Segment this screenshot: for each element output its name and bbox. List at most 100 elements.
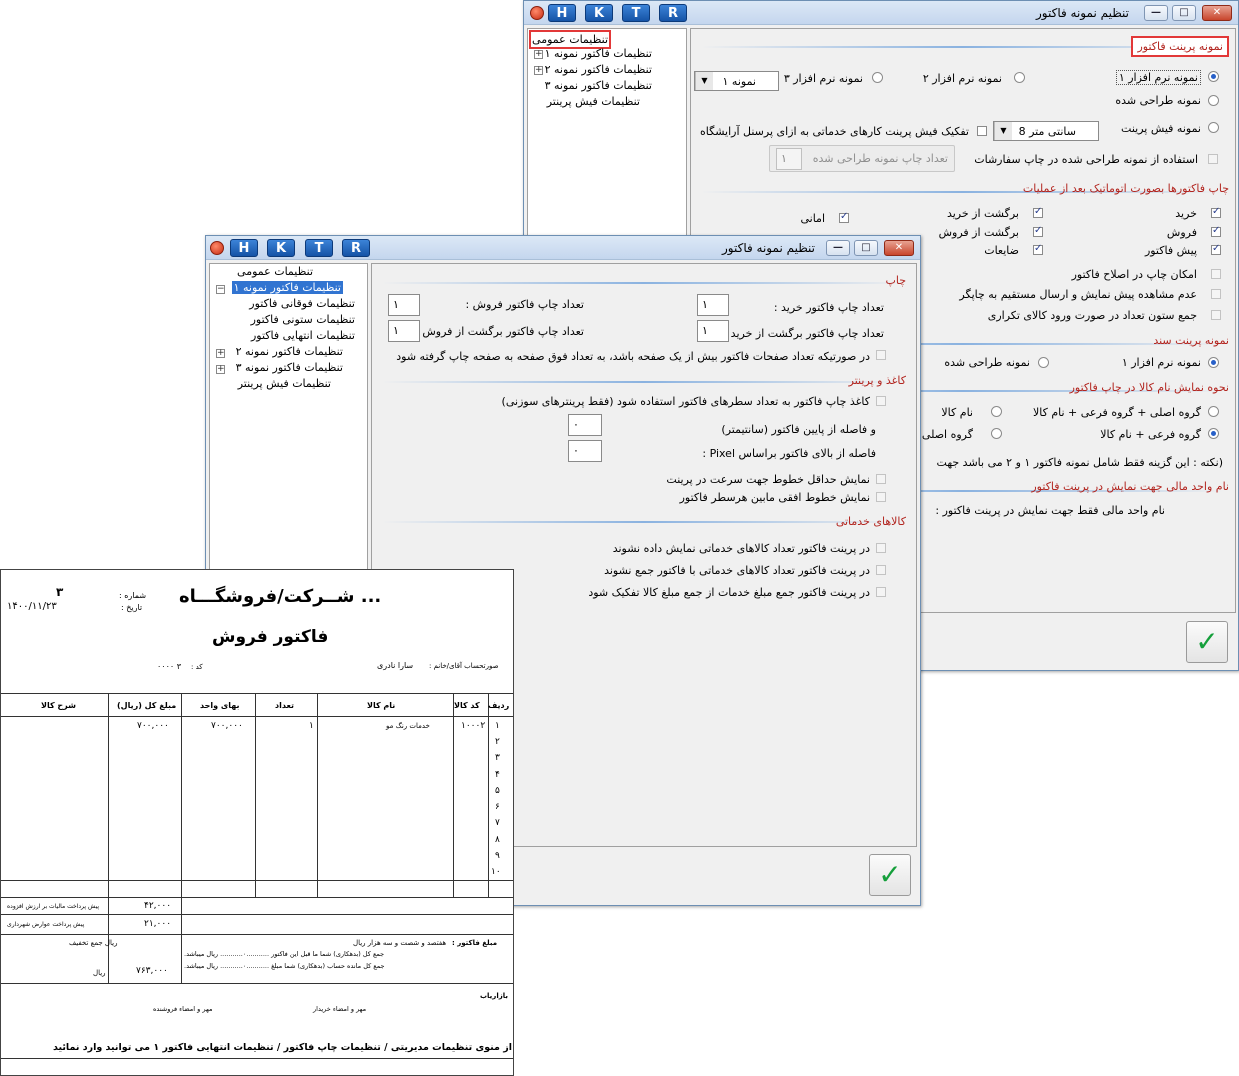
checkbox-no-preview[interactable] bbox=[1211, 289, 1221, 299]
radio-name-only[interactable] bbox=[991, 406, 1002, 417]
tree-item-sample2[interactable]: تنظیمات فاکتور نمونه ۲ bbox=[236, 345, 343, 358]
checkbox-return-sell-label: برگشت از فروش bbox=[938, 226, 1019, 239]
hk-button-k[interactable]: K bbox=[585, 4, 613, 22]
tree-item-footer-settings[interactable]: تنظیمات انتهایی فاکتور bbox=[251, 329, 355, 342]
sell-count-input[interactable]: ۱ bbox=[388, 294, 420, 316]
expand-icon[interactable]: + bbox=[534, 50, 543, 59]
table-border bbox=[453, 693, 454, 897]
radio-main-sub-name[interactable] bbox=[1208, 406, 1219, 417]
table-border bbox=[488, 693, 489, 897]
checkbox-service-sum[interactable] bbox=[876, 565, 886, 575]
tree-item-sample3[interactable]: تنظیمات فاکتور نمونه ۳ bbox=[545, 79, 652, 92]
checkbox-horizontal-lines[interactable] bbox=[876, 492, 886, 502]
checkbox-return-sell[interactable] bbox=[1033, 225, 1043, 237]
hk-button-t[interactable]: T bbox=[305, 239, 333, 257]
tree-item-receipt-printer[interactable]: تنظیمات فیش پرینتر bbox=[547, 95, 640, 108]
radio-sub-name[interactable] bbox=[1208, 428, 1219, 439]
table-border bbox=[181, 693, 182, 983]
tree-item-column-settings[interactable]: تنظیمات ستونی فاکتور bbox=[251, 313, 355, 326]
expand-icon[interactable]: + bbox=[216, 349, 225, 358]
hk-button-h[interactable]: H bbox=[548, 4, 576, 22]
checkbox-pre-invoice[interactable] bbox=[1211, 243, 1221, 255]
maximize-button[interactable]: □ bbox=[1172, 5, 1196, 21]
chevron-down-icon[interactable]: ▼ bbox=[994, 122, 1012, 140]
checkbox-multi-page[interactable] bbox=[876, 350, 886, 360]
row-number: ۷ bbox=[495, 818, 500, 828]
top-margin-input[interactable]: ۰ bbox=[568, 440, 602, 462]
expand-icon[interactable]: + bbox=[216, 365, 225, 374]
front-ok-button[interactable]: ✓ bbox=[869, 854, 911, 896]
sample-combo[interactable]: نمونه ۱ ▼ bbox=[694, 71, 779, 91]
back-ok-button[interactable]: ✓ bbox=[1186, 621, 1228, 663]
checkbox-edit-print[interactable] bbox=[1211, 269, 1221, 279]
tree-item-sample3[interactable]: تنظیمات فاکتور نمونه ۳ bbox=[236, 361, 343, 374]
column-header-name: نام کالا bbox=[367, 701, 396, 710]
hk-button-h[interactable]: H bbox=[230, 239, 258, 257]
row-number: ۵ bbox=[495, 786, 500, 796]
radio-main-group[interactable] bbox=[991, 428, 1002, 439]
radio-name-only-label: نام کالا bbox=[941, 406, 973, 419]
checkbox-waste[interactable] bbox=[1033, 243, 1043, 255]
checkbox-trust[interactable] bbox=[839, 211, 849, 223]
table-border bbox=[1, 934, 513, 935]
radio-main-group-label: گروه اصلی bbox=[921, 428, 973, 441]
column-header-desc: شرح کالا bbox=[41, 701, 77, 710]
buy-count-input[interactable]: ۱ bbox=[697, 294, 729, 316]
hk-button-t[interactable]: T bbox=[622, 4, 650, 22]
row-number: ۲ bbox=[495, 737, 500, 747]
close-icon: ✕ bbox=[1212, 7, 1222, 18]
tree-item-receipt-printer[interactable]: تنظیمات فیش پرینتر bbox=[238, 377, 331, 390]
paper-size-combo[interactable]: سانتی متر 8 ▼ bbox=[993, 121, 1099, 141]
vat-label: پیش پرداخت مالیات بر ارزش افزوده bbox=[7, 903, 100, 910]
app-icon bbox=[530, 6, 544, 20]
tree-item-sample1[interactable]: تنظیمات فاکتور نمونه ۱ bbox=[231, 281, 343, 294]
checkbox-sum-column[interactable] bbox=[1211, 310, 1221, 320]
designed-count-input[interactable]: ۱ bbox=[776, 148, 802, 170]
hk-button-r[interactable]: R bbox=[342, 239, 370, 257]
close-button[interactable]: ✕ bbox=[884, 240, 914, 256]
table-border bbox=[255, 693, 256, 897]
checkbox-use-designed[interactable] bbox=[1208, 154, 1218, 164]
radio-doc-software-1[interactable] bbox=[1208, 357, 1219, 368]
maximize-icon: □ bbox=[861, 242, 871, 253]
checkbox-service-separate[interactable] bbox=[876, 587, 886, 597]
checkbox-paper-rows[interactable] bbox=[876, 396, 886, 406]
checkbox-min-lines[interactable] bbox=[876, 474, 886, 484]
tree-item-sample2[interactable]: تنظیمات فاکتور نمونه ۲ bbox=[545, 63, 652, 76]
close-button[interactable]: ✕ bbox=[1202, 5, 1232, 21]
seller-signature: مهر و امضاء فروشنده bbox=[153, 1005, 213, 1013]
checkbox-buy[interactable] bbox=[1211, 206, 1221, 218]
return-buy-count-input[interactable]: ۱ bbox=[697, 320, 729, 342]
expand-icon[interactable]: + bbox=[534, 66, 543, 75]
radio-designed-sample[interactable] bbox=[1208, 95, 1219, 106]
hk-button-k[interactable]: K bbox=[267, 239, 295, 257]
row-qty: ۱ bbox=[309, 721, 314, 731]
minimize-button[interactable]: — bbox=[1144, 5, 1168, 21]
checkbox-separate-service[interactable] bbox=[977, 126, 987, 136]
checkbox-service-count[interactable] bbox=[876, 543, 886, 553]
chevron-down-icon[interactable]: ▼ bbox=[695, 72, 713, 90]
checkbox-waste-label: ضایعات bbox=[984, 244, 1019, 257]
checkbox-sell[interactable] bbox=[1211, 225, 1221, 237]
radio-software-sample-1[interactable] bbox=[1208, 71, 1219, 82]
tree-item-general[interactable]: تنظیمات عمومی bbox=[529, 30, 611, 49]
radio-receipt-sample[interactable] bbox=[1208, 122, 1219, 133]
return-sell-count-input[interactable]: ۱ bbox=[388, 320, 420, 342]
maximize-button[interactable]: □ bbox=[854, 240, 878, 256]
tree-item-sample1[interactable]: تنظیمات فاکتور نمونه ۱ bbox=[545, 47, 652, 60]
tree-item-general[interactable]: تنظیمات عمومی bbox=[237, 265, 313, 278]
collapse-icon[interactable]: − bbox=[216, 285, 225, 294]
tree-item-header-settings[interactable]: تنظیمات فوقانی فاکتور bbox=[249, 297, 355, 310]
table-border bbox=[317, 693, 318, 897]
bottom-margin-input[interactable]: ۰ bbox=[568, 414, 602, 436]
minimize-button[interactable]: — bbox=[826, 240, 850, 256]
buy-count-label: تعداد چاپ فاکتور خرید : bbox=[773, 301, 884, 314]
section-name-display: نحوه نمایش نام کالا در چاپ فاکتور bbox=[1069, 381, 1229, 394]
radio-doc-designed[interactable] bbox=[1038, 357, 1049, 368]
checkbox-buy-label: خرید bbox=[1175, 207, 1197, 220]
radio-software-sample-2[interactable] bbox=[1014, 72, 1025, 83]
radio-software-sample-3[interactable] bbox=[872, 72, 883, 83]
radio-main-sub-name-label: گروه اصلی + گروه فرعی + نام کالا bbox=[1032, 406, 1201, 419]
hk-button-r[interactable]: R bbox=[659, 4, 687, 22]
checkbox-return-buy[interactable] bbox=[1033, 206, 1043, 218]
